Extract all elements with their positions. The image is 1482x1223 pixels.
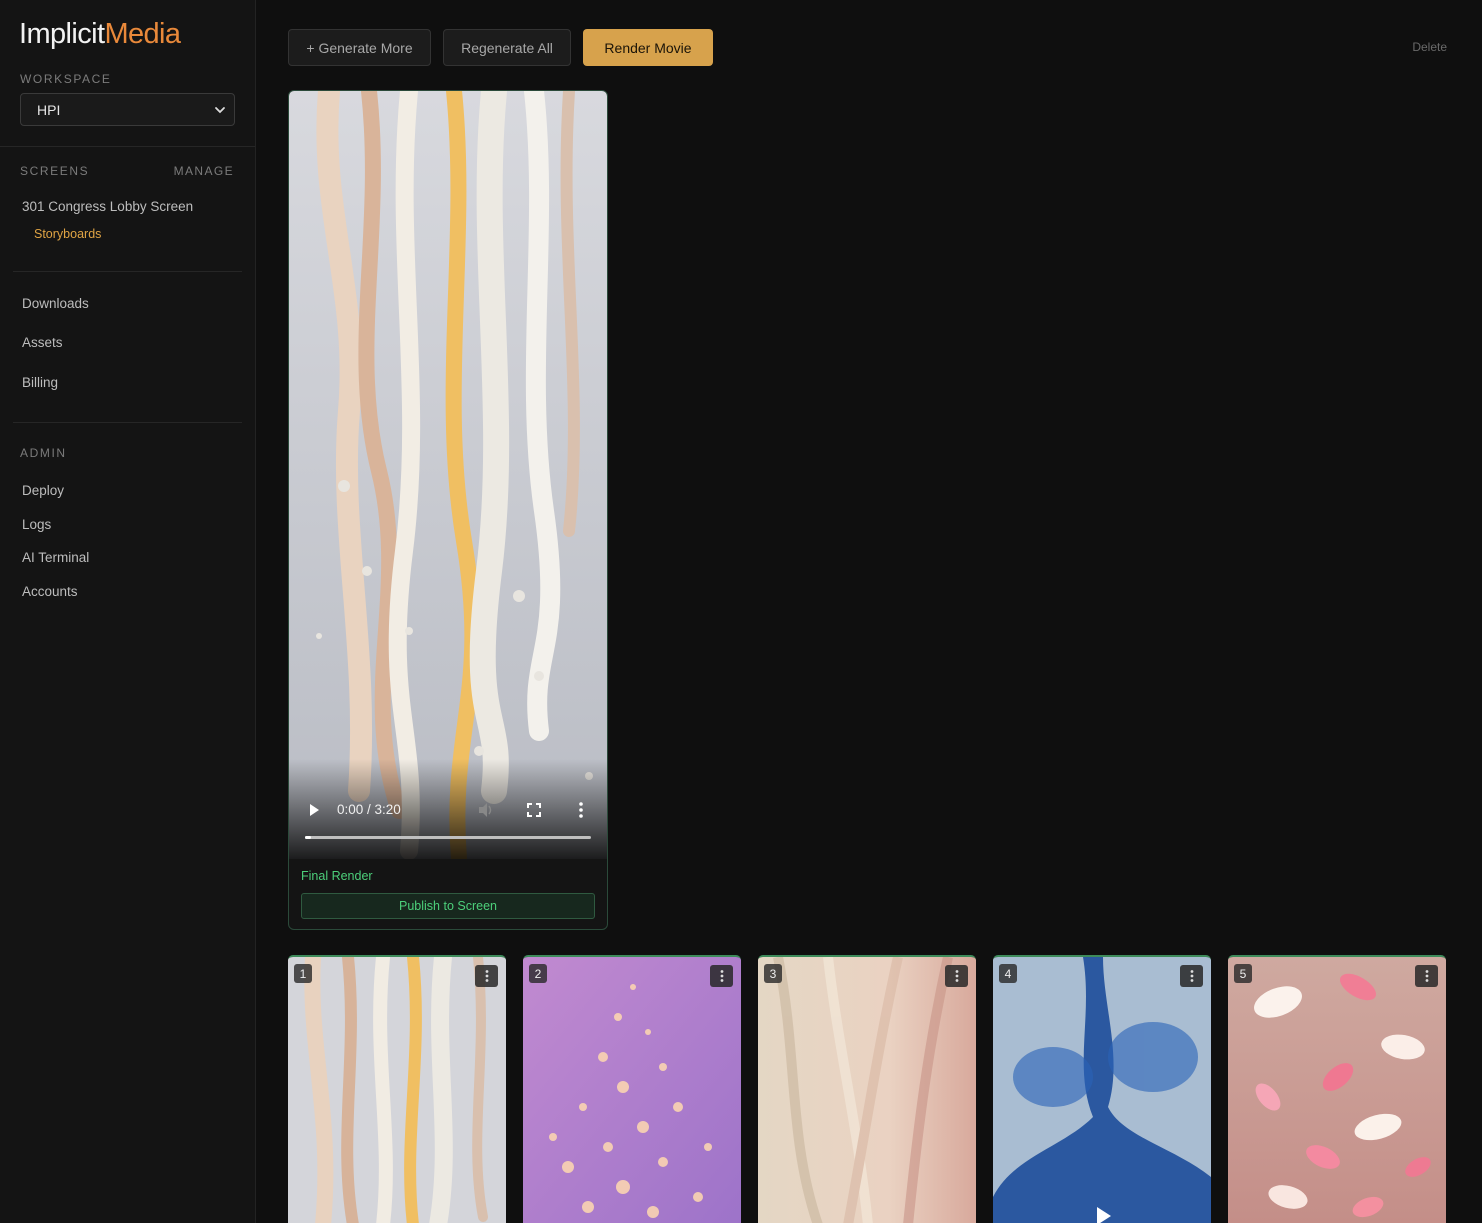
brand-name-part2: Media [104,18,181,50]
sidebar-item-logs[interactable]: Logs [22,517,51,532]
volume-icon[interactable] [477,802,495,818]
thumbnail-image [758,957,976,1223]
thumbnail-number: 2 [529,964,547,983]
workspace-select-value: HPI [37,101,61,118]
video-controls: 0:00 / 3:20 [289,759,607,859]
thumbnail-image [523,957,741,1223]
manage-link[interactable]: MANAGE [174,164,234,178]
storyboard-thumbnail[interactable]: 2 [523,955,741,1223]
thumbnail-number: 1 [294,964,312,983]
sidebar: ImplicitMedia WORKSPACE HPI SCREENS MANA… [0,0,256,1223]
video-progress-fill [305,836,311,839]
more-options-icon [955,970,958,982]
sidebar-item-deploy[interactable]: Deploy [22,483,64,498]
storyboard-thumbnail[interactable]: 5 [1228,955,1446,1223]
generate-more-button[interactable]: + Generate More [288,29,431,66]
storyboard-thumbnail[interactable]: 3 [758,955,976,1223]
more-options-icon [485,970,488,982]
thumbnail-menu-button[interactable] [475,965,498,987]
storyboard-thumbnail[interactable]: 1 [288,955,506,1223]
sidebar-divider [13,271,242,272]
sidebar-divider [0,146,255,147]
sidebar-item-billing[interactable]: Billing [22,375,58,390]
thumbnail-menu-button[interactable] [945,965,968,987]
workspace-select[interactable]: HPI [20,93,235,126]
more-options-icon[interactable] [579,802,583,818]
final-render-card: 0:00 / 3:20 Final Render Publish to Scre… [288,90,608,930]
chevron-down-icon [215,106,225,113]
storyboard-thumbnail[interactable]: 4 [993,955,1211,1223]
regenerate-all-button[interactable]: Regenerate All [443,29,571,66]
thumbnail-number: 5 [1234,964,1252,983]
sidebar-item-ai-terminal[interactable]: AI Terminal [22,550,89,565]
publish-to-screen-button[interactable]: Publish to Screen [301,893,595,919]
sidebar-item-storyboards[interactable]: Storyboards [34,227,101,241]
thumbnail-menu-button[interactable] [1415,965,1438,987]
more-options-icon [1425,970,1428,982]
more-options-icon [1190,970,1193,982]
admin-label: ADMIN [20,446,67,460]
main-content: + Generate More Regenerate All Render Mo… [256,0,1482,1223]
thumbnail-number: 3 [764,964,782,983]
thumbnail-image [993,957,1211,1223]
fullscreen-icon[interactable] [527,803,541,817]
thumbnail-image [288,957,506,1223]
screens-label: SCREENS [20,164,90,178]
sidebar-item-assets[interactable]: Assets [22,335,63,350]
render-movie-button[interactable]: Render Movie [583,29,713,66]
video-frame-image [289,91,607,859]
brand-logo[interactable]: ImplicitMedia [19,18,181,51]
thumbnail-image [1228,957,1446,1223]
video-time: 0:00 / 3:20 [337,802,401,817]
final-render-label: Final Render [301,869,373,883]
sidebar-item-screen[interactable]: 301 Congress Lobby Screen [22,199,193,214]
sidebar-divider [13,422,242,423]
video-progress-bar[interactable] [305,836,591,839]
final-render-video[interactable]: 0:00 / 3:20 [289,91,607,859]
sidebar-item-accounts[interactable]: Accounts [22,584,78,599]
thumbnail-menu-button[interactable] [710,965,733,987]
thumbnail-number: 4 [999,964,1017,983]
more-options-icon [720,970,723,982]
brand-name-part1: Implicit [19,18,105,50]
delete-button[interactable]: Delete [1412,40,1447,54]
sidebar-item-downloads[interactable]: Downloads [22,296,89,311]
workspace-label: WORKSPACE [20,72,112,86]
thumbnail-menu-button[interactable] [1180,965,1203,987]
play-icon[interactable] [307,803,321,817]
